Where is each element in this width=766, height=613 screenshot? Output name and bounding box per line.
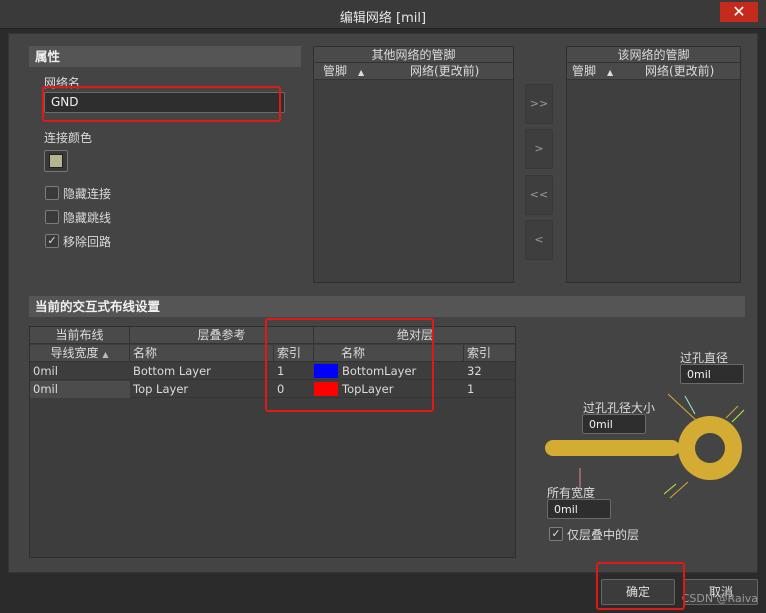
- index-cell: 1: [277, 364, 285, 378]
- connection-color-picker[interactable]: [44, 150, 68, 172]
- remove-loops-label: 移除回路: [63, 235, 112, 249]
- abs-index-cell: 1: [467, 382, 475, 396]
- layer-color-chip: [314, 364, 338, 378]
- via-diameter-input[interactable]: 0mil: [680, 364, 744, 384]
- routing-settings-header: 当前的交互式布线设置: [29, 296, 745, 317]
- trace-width-cell[interactable]: 0mil: [30, 381, 130, 398]
- watermark: CSDN @Raiva: [681, 592, 758, 605]
- this-net-pins-title: 该网络的管脚: [567, 47, 740, 63]
- trace-width-cell[interactable]: 0mil: [30, 363, 58, 380]
- move-right-button[interactable]: >: [525, 129, 553, 169]
- grid-column-header: 导线宽度 ▲ 名称 索引 名称 索引: [30, 345, 515, 362]
- net-name-input[interactable]: GND: [44, 92, 285, 113]
- other-pin-col[interactable]: 管脚: [323, 63, 347, 79]
- abs-index-col[interactable]: 索引: [464, 345, 516, 362]
- current-routing-group: 当前布线: [30, 327, 130, 344]
- other-net-pins-columns: 管脚 ▲ 网络(更改前): [314, 63, 513, 80]
- this-net-col[interactable]: 网络(更改前): [645, 63, 714, 79]
- table-row[interactable]: 0mil Top Layer 0 TopLayer 1: [30, 381, 515, 398]
- other-net-pins-title: 其他网络的管脚: [314, 47, 513, 63]
- properties-header: 属性: [29, 46, 301, 67]
- connection-color-swatch: [49, 154, 63, 168]
- hide-jumpers-label: 隐藏跳线: [63, 211, 112, 225]
- hide-connections-label: 隐藏连接: [63, 187, 112, 201]
- connection-color-label: 连接颜色: [44, 131, 93, 145]
- other-net-col[interactable]: 网络(更改前): [410, 63, 479, 79]
- abs-name-col[interactable]: 名称: [314, 345, 464, 362]
- sort-asc-icon: ▲: [358, 68, 365, 77]
- index-col[interactable]: 索引: [274, 345, 314, 362]
- via-hole-input[interactable]: 0mil: [582, 414, 646, 434]
- other-net-pins-panel[interactable]: 其他网络的管脚 管脚 ▲ 网络(更改前): [313, 46, 514, 283]
- name-cell: Bottom Layer: [133, 364, 211, 378]
- table-row[interactable]: 0mil Bottom Layer 1 BottomLayer 32: [30, 363, 515, 380]
- remove-loops-checkbox[interactable]: ✓: [45, 234, 59, 248]
- move-all-right-button[interactable]: >>: [525, 84, 553, 124]
- hide-connections-checkbox[interactable]: [45, 186, 59, 200]
- hide-jumpers-checkbox[interactable]: [45, 210, 59, 224]
- trace-width-col-label: 导线宽度: [50, 346, 99, 360]
- all-width-input[interactable]: 0mil: [547, 499, 611, 519]
- absolute-layer-group: 绝对层: [396, 328, 433, 342]
- name-cell: Top Layer: [133, 382, 189, 396]
- title-bar: 编辑网络 [mil] ✕: [0, 0, 766, 29]
- trace-width-col[interactable]: 导线宽度 ▲: [30, 345, 130, 362]
- abs-index-cell: 32: [467, 364, 482, 378]
- name-col[interactable]: 名称: [130, 345, 274, 362]
- routing-layer-grid[interactable]: 当前布线 层叠参考 绝对层 导线宽度 ▲ 名称 索引 名称 索引 0mil Bo…: [29, 326, 516, 558]
- move-left-button[interactable]: <: [525, 220, 553, 260]
- stack-layers-only-label: 仅层叠中的层: [567, 528, 640, 542]
- close-button[interactable]: ✕: [720, 2, 758, 22]
- abs-name-cell: BottomLayer: [342, 364, 417, 378]
- net-name-label: 网络名: [44, 76, 81, 90]
- stack-layers-only-checkbox[interactable]: ✓: [549, 527, 563, 541]
- move-all-left-button[interactable]: <<: [525, 175, 553, 215]
- layer-color-chip: [314, 382, 338, 396]
- this-net-pins-columns: 管脚 ▲ 网络(更改前): [567, 63, 740, 80]
- this-net-pins-panel[interactable]: 该网络的管脚 管脚 ▲ 网络(更改前): [566, 46, 741, 283]
- sort-asc-icon: ▲: [102, 350, 109, 359]
- sort-asc-icon: ▲: [607, 68, 614, 77]
- ok-button[interactable]: 确定: [601, 579, 675, 605]
- abs-name-cell: TopLayer: [342, 382, 394, 396]
- window-title: 编辑网络 [mil]: [339, 11, 427, 26]
- index-cell: 0: [277, 382, 285, 396]
- grid-group-header: 当前布线 层叠参考 绝对层: [30, 327, 515, 344]
- stack-reference-group: 层叠参考: [130, 327, 314, 344]
- this-pin-col[interactable]: 管脚: [572, 63, 596, 79]
